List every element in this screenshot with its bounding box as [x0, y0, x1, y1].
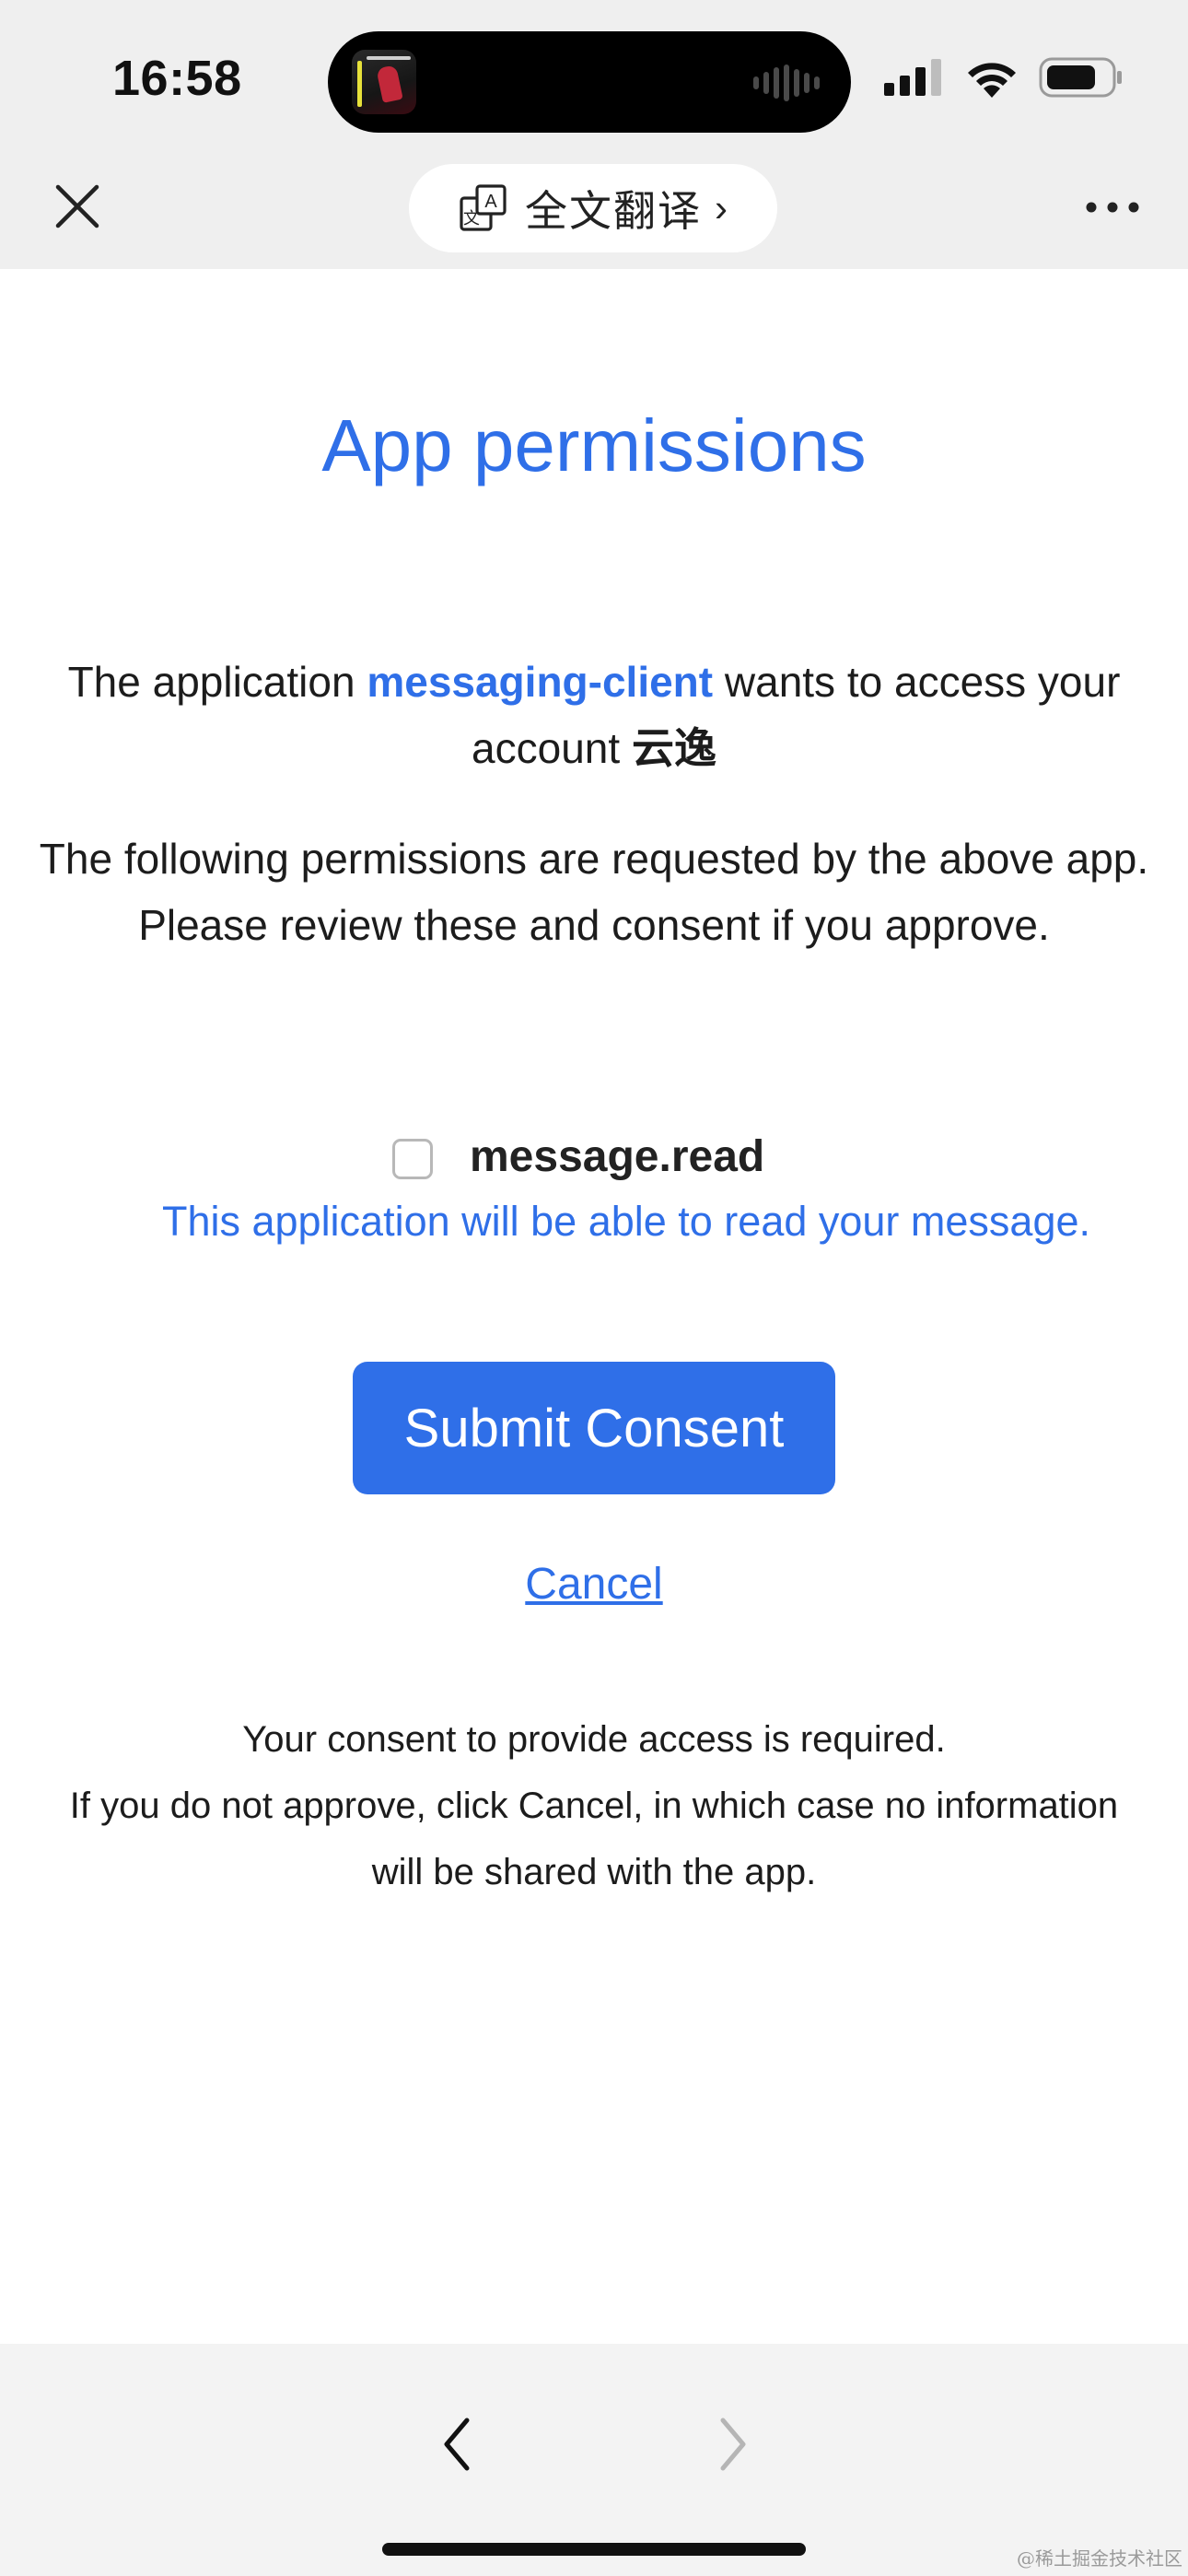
status-icons — [884, 57, 1124, 98]
chevron-right-icon: › — [715, 186, 728, 229]
forward-button[interactable] — [705, 2403, 761, 2486]
permission-checkbox[interactable] — [392, 1139, 433, 1179]
watermark: @稀土掘金技术社区 — [1017, 2547, 1182, 2570]
back-button[interactable] — [429, 2403, 484, 2486]
note-line-2: If you do not approve, click Cancel, in … — [69, 1786, 1119, 1892]
browser-nav-row: A 文 全文翻译 › — [0, 162, 1188, 254]
battery-icon — [1039, 57, 1122, 98]
translate-page-button[interactable]: A 文 全文翻译 › — [409, 164, 777, 252]
close-button[interactable] — [48, 177, 107, 236]
home-indicator[interactable] — [382, 2543, 806, 2556]
bottom-toolbar: @稀土掘金技术社区 — [0, 2344, 1188, 2576]
svg-text:A: A — [484, 192, 497, 212]
consent-note: Your consent to provide access is requir… — [55, 1706, 1133, 1905]
request-line-2: Please review these and consent if you a… — [138, 901, 1050, 949]
chevron-right-icon — [720, 2418, 746, 2471]
permission-description: This application will be able to read yo… — [161, 1198, 1091, 1245]
svg-text:文: 文 — [463, 209, 480, 228]
intro-paragraph: The application messaging-client wants t… — [37, 649, 1151, 781]
permission-name: message.read — [470, 1132, 765, 1181]
consent-page: App permissions The application messagin… — [0, 269, 1188, 2344]
more-icon — [1086, 202, 1139, 213]
now-playing-artwork — [352, 50, 416, 114]
wifi-icon — [968, 63, 1016, 98]
cellular-signal-icon — [884, 59, 941, 96]
request-paragraph: The following permissions are requested … — [37, 825, 1151, 958]
note-line-1: Your consent to provide access is requir… — [242, 1719, 946, 1760]
audio-waveform-icon — [753, 64, 820, 101]
top-chrome: 16:58 A 文 全文翻译 › — [0, 0, 1188, 269]
translate-icon: A 文 — [460, 184, 507, 231]
page-title: App permissions — [321, 404, 867, 486]
intro-prefix: The application — [67, 658, 367, 706]
status-time: 16:58 — [112, 51, 242, 106]
close-icon — [55, 184, 99, 228]
account-name: 云逸 — [631, 724, 716, 772]
permission-item: message.read — [0, 1126, 1188, 1190]
chevron-left-icon — [444, 2418, 470, 2471]
more-options-button[interactable] — [1083, 184, 1142, 230]
request-line-1: The following permissions are requested … — [39, 835, 1149, 883]
dynamic-island[interactable] — [328, 31, 851, 133]
cancel-link[interactable]: Cancel — [0, 1559, 1188, 1610]
app-name: messaging-client — [367, 658, 714, 706]
submit-consent-button[interactable]: Submit Consent — [353, 1362, 835, 1494]
translate-label: 全文翻译 — [525, 187, 702, 235]
